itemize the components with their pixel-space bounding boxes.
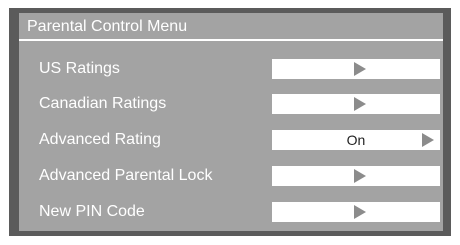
menu-item-new-pin-code[interactable]: New PIN Code	[19, 201, 443, 223]
menu-item-us-ratings[interactable]: US Ratings	[19, 58, 443, 80]
canadian-ratings-value-field[interactable]	[272, 94, 440, 114]
menu-title: Parental Control Menu	[19, 13, 443, 41]
advanced-rating-value: On	[346, 132, 366, 148]
arrow-right-icon	[422, 133, 434, 147]
advanced-rating-value-field[interactable]: On	[272, 130, 440, 150]
arrow-right-icon	[354, 62, 366, 76]
arrow-right-icon	[354, 205, 366, 219]
parental-control-menu-panel: Parental Control Menu US Ratings Canadia…	[19, 13, 443, 231]
menu-item-label: Canadian Ratings	[39, 95, 167, 112]
menu-item-label: Advanced Parental Lock	[39, 167, 213, 184]
menu-item-advanced-rating[interactable]: Advanced Rating On	[19, 129, 443, 151]
menu-item-label: US Ratings	[39, 60, 120, 77]
new-pin-code-value-field[interactable]	[272, 202, 440, 222]
parental-control-menu-frame: Parental Control Menu US Ratings Canadia…	[9, 8, 451, 236]
menu-item-canadian-ratings[interactable]: Canadian Ratings	[19, 93, 443, 115]
advanced-parental-lock-value-field[interactable]	[272, 166, 440, 186]
arrow-right-icon	[354, 169, 366, 183]
menu-item-label: Advanced Rating	[39, 131, 161, 148]
menu-item-advanced-parental-lock[interactable]: Advanced Parental Lock	[19, 165, 443, 187]
menu-item-label: New PIN Code	[39, 203, 145, 220]
us-ratings-value-field[interactable]	[272, 59, 440, 79]
arrow-right-icon	[354, 97, 366, 111]
